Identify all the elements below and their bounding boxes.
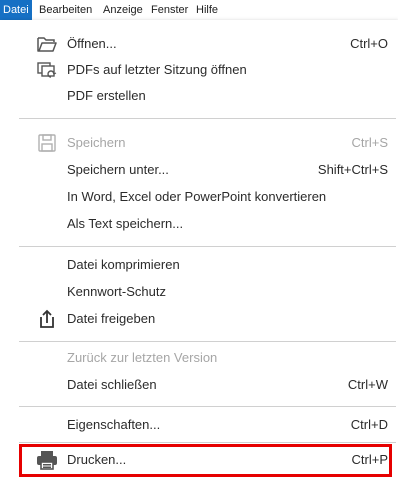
menu-separator — [19, 118, 396, 119]
menu-item-compress[interactable]: Datei komprimieren — [0, 252, 398, 278]
save-as-label: Speichern unter... — [67, 162, 169, 177]
menu-item-create-pdf[interactable]: PDF erstellen — [0, 83, 398, 109]
revert-label: Zurück zur letzten Version — [67, 350, 218, 365]
menu-item-save[interactable]: Speichern Ctrl+S — [0, 130, 398, 156]
compress-label: Datei komprimieren — [67, 257, 180, 272]
close-label: Datei schließen — [67, 377, 157, 392]
menu-item-convert-office[interactable]: In Word, Excel oder PowerPoint konvertie… — [0, 184, 398, 210]
menu-item-save-as-text[interactable]: Als Text speichern... — [0, 211, 398, 237]
open-last-session-label: PDFs auf letzter Sitzung öffnen — [67, 62, 247, 77]
password-protect-label: Kennwort-Schutz — [67, 284, 166, 299]
menu-separator — [19, 246, 396, 247]
properties-shortcut: Ctrl+D — [350, 417, 388, 432]
menu-datei[interactable]: Datei — [0, 0, 32, 20]
menu-hilfe[interactable]: Hilfe — [193, 0, 221, 20]
menu-item-properties[interactable]: Eigenschaften... Ctrl+D — [0, 412, 398, 438]
menu-bearbeiten[interactable]: Bearbeiten — [36, 0, 95, 20]
save-label: Speichern — [67, 135, 126, 150]
save-shortcut: Ctrl+S — [351, 135, 388, 150]
open-label: Öffnen... — [67, 36, 117, 51]
print-highlight-box — [19, 444, 392, 477]
save-icon — [36, 133, 58, 153]
menu-bar: Datei Bearbeiten Anzeige Fenster Hilfe — [0, 0, 398, 20]
reopen-session-icon — [36, 60, 58, 80]
menu-item-close[interactable]: Datei schließen Ctrl+W — [0, 372, 398, 398]
menu-fenster[interactable]: Fenster — [148, 0, 191, 20]
menu-item-share[interactable]: Datei freigeben — [0, 306, 398, 332]
menu-item-password-protect[interactable]: Kennwort-Schutz — [0, 279, 398, 305]
menu-item-open[interactable]: Öffnen... Ctrl+O — [0, 31, 398, 57]
create-pdf-label: PDF erstellen — [67, 88, 146, 103]
properties-label: Eigenschaften... — [67, 417, 161, 432]
share-icon — [36, 309, 58, 329]
menu-item-revert[interactable]: Zurück zur letzten Version — [0, 345, 398, 371]
share-label: Datei freigeben — [67, 311, 156, 326]
menu-separator — [19, 341, 396, 342]
menu-item-open-last-session[interactable]: PDFs auf letzter Sitzung öffnen — [0, 57, 398, 83]
menu-item-save-as[interactable]: Speichern unter... Shift+Ctrl+S — [0, 157, 398, 183]
save-as-shortcut: Shift+Ctrl+S — [317, 162, 388, 177]
menu-separator — [19, 406, 396, 407]
file-menu-dropdown: Öffnen... Ctrl+O PDFs auf letzter Sitzun… — [0, 20, 398, 495]
menu-anzeige[interactable]: Anzeige — [100, 0, 146, 20]
close-shortcut: Ctrl+W — [347, 377, 388, 392]
convert-label: In Word, Excel oder PowerPoint konvertie… — [67, 189, 327, 204]
folder-open-icon — [36, 34, 58, 54]
menu-separator — [19, 442, 396, 443]
save-as-text-label: Als Text speichern... — [67, 216, 184, 231]
open-shortcut: Ctrl+O — [350, 36, 388, 51]
